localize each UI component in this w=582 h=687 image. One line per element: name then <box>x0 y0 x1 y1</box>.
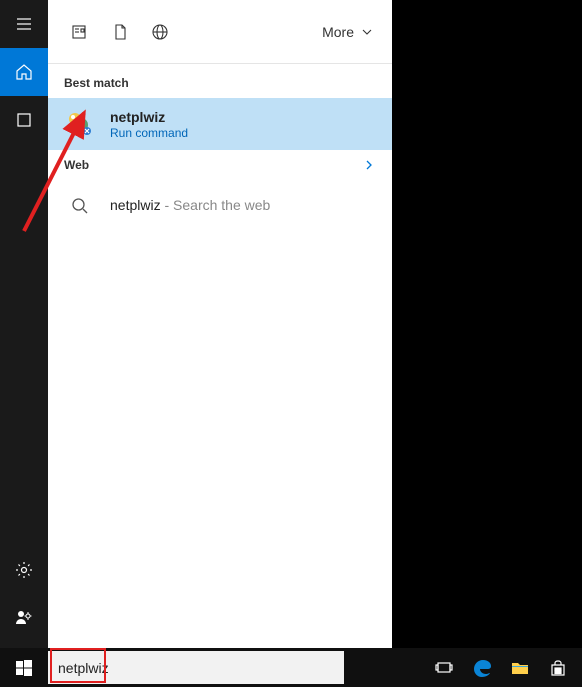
edge-icon <box>472 658 492 678</box>
news-icon <box>71 23 89 41</box>
taskbar-search-box[interactable] <box>48 651 344 684</box>
store-button[interactable] <box>540 648 576 687</box>
store-icon <box>549 659 567 677</box>
taskbar <box>0 648 582 687</box>
best-match-result[interactable]: netplwiz Run command <box>48 98 392 150</box>
home-icon <box>15 63 33 81</box>
hamburger-icon <box>16 16 32 32</box>
search-input[interactable] <box>58 660 334 676</box>
run-command-icon <box>64 108 96 140</box>
hamburger-button[interactable] <box>0 0 48 48</box>
task-view-button[interactable] <box>426 648 462 687</box>
filter-news-button[interactable] <box>60 12 100 52</box>
filter-web-button[interactable] <box>140 12 180 52</box>
chevron-down-icon <box>360 25 374 39</box>
edge-button[interactable] <box>464 648 500 687</box>
filter-documents-button[interactable] <box>100 12 140 52</box>
best-match-header: Best match <box>48 64 392 98</box>
more-label: More <box>322 24 354 40</box>
globe-icon <box>151 23 169 41</box>
person-icon <box>15 609 33 627</box>
settings-button[interactable] <box>0 546 48 594</box>
chevron-right-icon <box>362 158 376 172</box>
windows-icon <box>16 660 32 676</box>
web-header-label: Web <box>64 158 89 172</box>
task-view-icon <box>435 659 453 677</box>
filter-toolbar: More <box>48 0 392 64</box>
account-button[interactable] <box>0 594 48 642</box>
cortana-left-rail <box>0 0 48 648</box>
gear-icon <box>15 561 33 579</box>
start-button[interactable] <box>0 648 48 687</box>
document-icon <box>111 23 129 41</box>
apps-icon <box>16 112 32 128</box>
apps-button[interactable] <box>0 96 48 144</box>
search-results-panel: More Best match netplwiz Run command Web <box>48 0 392 648</box>
folder-icon <box>510 658 530 678</box>
result-title: netplwiz <box>110 108 188 126</box>
result-subtitle: Run command <box>110 126 188 140</box>
web-hint: - Search the web <box>161 197 271 213</box>
web-query: netplwiz <box>110 197 161 213</box>
home-button[interactable] <box>0 48 48 96</box>
filter-more-button[interactable]: More <box>322 24 380 40</box>
web-search-result[interactable]: netplwiz - Search the web <box>48 180 392 232</box>
search-icon <box>64 190 96 222</box>
web-section-header[interactable]: Web <box>48 150 392 180</box>
file-explorer-button[interactable] <box>502 648 538 687</box>
